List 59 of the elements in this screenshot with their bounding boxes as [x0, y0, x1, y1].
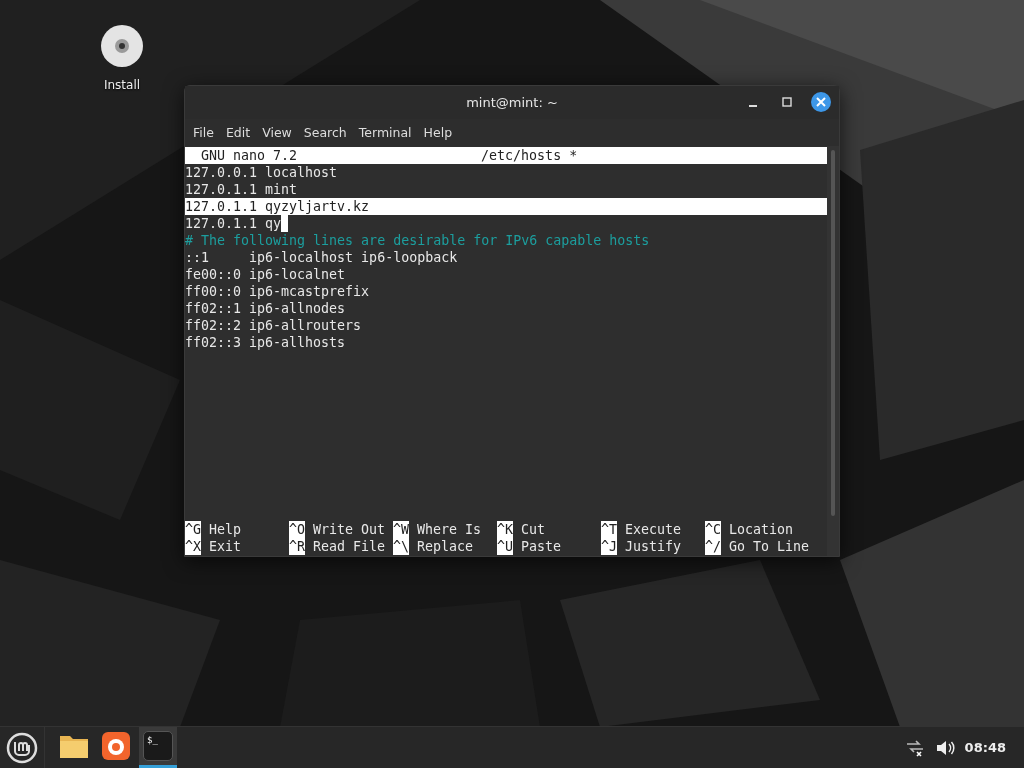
editor-version: GNU nano 7.2 — [201, 147, 298, 164]
code-line: 127.0.1.1 qy — [185, 215, 282, 232]
shortcut-key: ^W — [393, 521, 409, 538]
code-line: fe00::0 ip6-localnet — [185, 266, 346, 283]
shortcut-key: ^/ — [705, 538, 721, 555]
shortcut-key: ^\ — [393, 538, 409, 555]
code-line: 127.0.1.1 qyzyljartv.kz — [185, 198, 370, 215]
shortcut-label: Go To Line — [729, 538, 810, 555]
shortcut-key: ^C — [705, 521, 721, 538]
shortcut-label: Paste — [521, 538, 562, 555]
shortcut-key: ^J — [601, 538, 617, 555]
menu-item[interactable]: File — [187, 125, 220, 140]
maximize-icon — [782, 97, 792, 107]
taskbar-app[interactable]: $_ — [139, 727, 177, 768]
shortcut-label: Exit — [209, 538, 242, 555]
menu-item[interactable]: Help — [417, 125, 459, 140]
code-line: ff02::1 ip6-allnodes — [185, 300, 346, 317]
shortcut-label: Replace — [417, 538, 474, 555]
shortcut-key: ^X — [185, 538, 201, 555]
shortcut-key: ^R — [289, 538, 305, 555]
code-comment: # The following lines are desirable for IPv6 capable hosts — [185, 232, 650, 249]
menu-item[interactable]: View — [256, 125, 298, 140]
disc-icon[interactable] — [100, 24, 144, 68]
shortcut-key: ^O — [289, 521, 305, 538]
folder-icon — [59, 733, 89, 759]
shortcut-label: Read File — [313, 538, 386, 555]
code-line: ff02::2 ip6-allrouters — [185, 317, 362, 334]
scrollbar[interactable] — [827, 146, 839, 556]
shortcut-label: Justify — [625, 538, 682, 555]
code-line: ff02::3 ip6-allhosts — [185, 334, 346, 351]
volume-icon[interactable] — [934, 738, 955, 757]
desktop-icon-label[interactable]: Install — [103, 78, 141, 92]
code-line: 127.0.0.1 localhost — [185, 164, 338, 181]
clock[interactable]: 08:48 — [964, 740, 1006, 755]
menu-logo-icon[interactable] — [6, 731, 38, 764]
file-name: /etc/hosts * — [481, 147, 578, 164]
shortcut-key: ^T — [601, 521, 617, 538]
window-title: mint@mint: ~ — [466, 95, 558, 110]
minimize-icon — [749, 105, 757, 107]
menu-item[interactable]: Edit — [219, 125, 257, 140]
browser-icon — [102, 732, 130, 760]
close-button[interactable] — [811, 92, 831, 112]
shortcut-label: Help — [209, 521, 242, 538]
code-line: ff00::0 ip6-mcastprefix — [185, 283, 370, 300]
shortcut-key: ^G — [185, 521, 201, 538]
shortcut-label: Cut — [521, 521, 546, 538]
menu-item[interactable]: Terminal — [352, 125, 418, 140]
shortcut-label: Location — [729, 521, 794, 538]
terminal-icon: $_ — [143, 731, 173, 761]
menu-item[interactable]: Search — [297, 125, 353, 140]
close-icon — [816, 97, 826, 107]
shortcut-key: ^U — [497, 538, 513, 555]
shortcut-label: Where Is — [417, 521, 482, 538]
shortcut-key: ^K — [497, 521, 513, 538]
code-line: ::1 ip6-localhost ip6-loopback — [185, 249, 458, 266]
shortcut-label: Execute — [625, 521, 682, 538]
shortcut-label: Write Out — [313, 521, 386, 538]
code-line: 127.0.1.1 mint — [185, 181, 298, 198]
network-icon[interactable] — [904, 738, 925, 757]
